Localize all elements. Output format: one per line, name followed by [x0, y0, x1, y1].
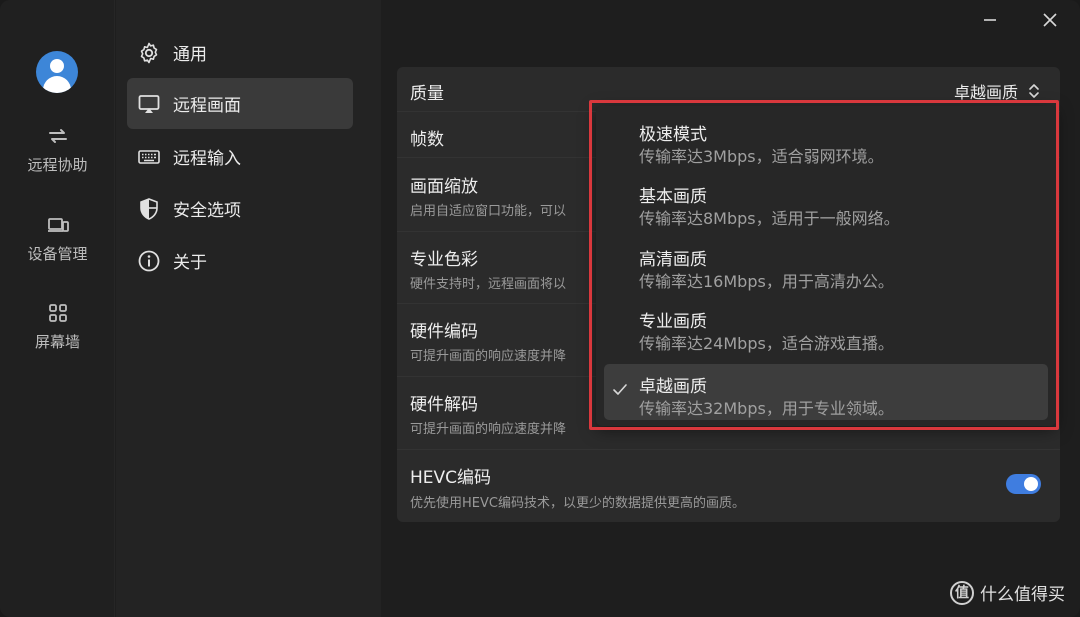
setting-desc: 可提升画面的响应速度并降	[410, 422, 567, 437]
quality-select-value: 卓越画质	[953, 83, 1018, 102]
minimize-button[interactable]	[976, 6, 1004, 34]
shield-icon	[140, 197, 158, 220]
rail-item-screen-wall[interactable]: 屏幕墙	[0, 301, 115, 352]
keyboard-icon	[138, 149, 160, 164]
check-icon	[613, 384, 627, 395]
settings-nav: 通用 远程画面 远程输入 安全选项 关于	[116, 0, 381, 617]
quality-dropdown: 极速模式 传输率达3Mbps，适合弱网环境。 基本画质 传输率达8Mbps，适用…	[596, 106, 1056, 426]
nav-item-remote-display[interactable]: 远程画面	[127, 78, 353, 129]
info-icon	[138, 250, 160, 271]
dropdown-item-desc: 传输率达3Mbps，适合弱网环境。	[639, 147, 884, 166]
setting-title: 画面缩放	[410, 177, 478, 197]
nav-item-label: 远程输入	[173, 149, 241, 169]
devices-icon	[47, 218, 69, 232]
monitor-icon	[138, 94, 160, 113]
swap-arrows-icon	[48, 129, 67, 143]
rail-item-remote-assist[interactable]: 远程协助	[0, 124, 115, 175]
rail-item-label: 屏幕墙	[34, 333, 80, 351]
rail-item-label: 远程协助	[27, 156, 88, 174]
nav-item-remote-input[interactable]: 远程输入	[127, 131, 353, 182]
setting-title: 专业色彩	[410, 250, 478, 270]
nav-item-label: 关于	[173, 253, 207, 273]
setting-row-hevc: HEVC编码 优先使用HEVC编码技术，以更少的数据提供更高的画质。	[397, 450, 1060, 522]
nav-item-label: 通用	[173, 45, 207, 65]
gear-icon	[140, 42, 158, 63]
setting-desc: 优先使用HEVC编码技术，以更少的数据提供更高的画质。	[410, 496, 745, 511]
setting-title: 帧数	[410, 130, 444, 150]
nav-item-label: 安全选项	[173, 201, 241, 221]
dropdown-item[interactable]: 专业画质 传输率达24Mbps，适合游戏直播。	[604, 299, 1048, 355]
rail-item-device-manage[interactable]: 设备管理	[0, 213, 115, 264]
nav-item-label: 远程画面	[173, 96, 241, 116]
setting-desc: 硬件支持时，远程画面将以	[410, 277, 567, 292]
app-window: 远程协助 设备管理 屏幕墙 通用 远程画面 远程输入 安全选项 关于 质量 卓越…	[0, 0, 1080, 617]
chevron-up-down-icon	[1029, 84, 1039, 98]
nav-item-general[interactable]: 通用	[127, 27, 353, 78]
dropdown-item-desc: 传输率达32Mbps，用于专业领域。	[639, 399, 894, 418]
dropdown-item[interactable]: 基本画质 传输率达8Mbps，适用于一般网络。	[604, 174, 1048, 230]
dropdown-item-desc: 传输率达8Mbps，适用于一般网络。	[639, 209, 900, 228]
setting-desc: 启用自适应窗口功能，可以	[410, 204, 567, 219]
grid-icon	[48, 304, 67, 322]
dropdown-item-title: 专业画质	[639, 312, 707, 332]
dropdown-item-desc: 传输率达16Mbps，用于高清办公。	[639, 272, 894, 291]
dropdown-item-title: 极速模式	[639, 125, 707, 145]
watermark-logo: 值	[950, 580, 974, 605]
setting-title: HEVC编码	[410, 468, 492, 488]
dropdown-item-title: 高清画质	[639, 250, 707, 270]
setting-title: 质量	[410, 84, 444, 104]
watermark-text: 什么值得买	[980, 585, 1065, 605]
setting-desc: 可提升画面的响应速度并降	[410, 349, 567, 364]
setting-title: 硬件编码	[410, 322, 478, 342]
quality-select[interactable]: 卓越画质	[954, 79, 1040, 103]
close-icon	[1043, 13, 1057, 27]
avatar-body	[43, 76, 71, 93]
dropdown-item[interactable]: 高清画质 传输率达16Mbps，用于高清办公。	[604, 237, 1048, 293]
dropdown-item-selected[interactable]: 卓越画质 传输率达32Mbps，用于专业领域。	[604, 364, 1048, 420]
left-rail: 远程协助 设备管理 屏幕墙	[0, 0, 115, 617]
nav-item-about[interactable]: 关于	[127, 235, 353, 286]
avatar-head	[50, 59, 64, 73]
setting-title: 硬件解码	[410, 395, 478, 415]
dropdown-item-desc: 传输率达24Mbps，适合游戏直播。	[639, 334, 894, 353]
hevc-toggle[interactable]	[1006, 474, 1041, 494]
dropdown-item[interactable]: 极速模式 传输率达3Mbps，适合弱网环境。	[604, 112, 1048, 168]
nav-item-security[interactable]: 安全选项	[127, 183, 353, 234]
watermark: 值 什么值得买	[950, 580, 1065, 605]
avatar[interactable]	[36, 51, 78, 93]
rail-item-label: 设备管理	[27, 245, 88, 263]
dropdown-item-title: 基本画质	[639, 187, 707, 207]
dropdown-item-title: 卓越画质	[639, 377, 707, 397]
toggle-knob	[1024, 477, 1038, 491]
close-button[interactable]	[1036, 6, 1064, 34]
